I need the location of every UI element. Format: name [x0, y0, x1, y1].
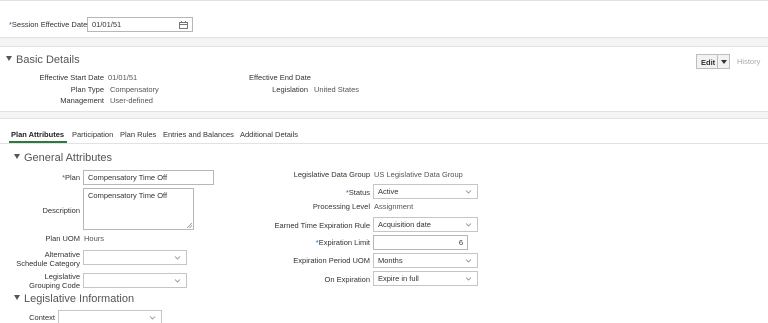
legislative-grouping-label: Legislative Grouping Code	[29, 272, 80, 290]
chevron-down-icon	[465, 259, 472, 263]
chevron-down-icon	[465, 190, 472, 194]
tab-participation[interactable]: Participation	[72, 130, 113, 139]
resize-handle-icon[interactable]	[187, 223, 192, 228]
plan-type-label: Plan Type	[70, 85, 104, 94]
collapse-icon[interactable]	[6, 56, 12, 61]
effective-start-label: Effective Start Date	[39, 73, 104, 82]
tab-additional-details[interactable]: Additional Details	[240, 130, 298, 139]
description-textarea[interactable]: Compensatory Time Off	[83, 188, 194, 230]
tab-divider	[0, 143, 768, 144]
management-value: User-defined	[110, 96, 153, 105]
alternative-schedule-select[interactable]	[83, 250, 187, 265]
context-label: Context	[29, 313, 55, 322]
earned-time-rule-select[interactable]: Acquisition date	[373, 217, 478, 232]
plan-label: *Plan	[62, 173, 80, 182]
chevron-down-icon	[174, 256, 181, 260]
on-expiration-select[interactable]: Expire in full	[373, 271, 478, 286]
effective-start-value: 01/01/51	[108, 73, 138, 82]
collapse-icon[interactable]	[14, 154, 20, 159]
description-label: Description	[42, 206, 80, 215]
earned-time-rule-label: Earned Time Expiration Rule	[274, 221, 370, 230]
plan-input[interactable]: Compensatory Time Off	[83, 170, 214, 185]
alternative-schedule-label: Alternative Schedule Category	[16, 250, 80, 268]
legislative-grouping-select[interactable]	[83, 273, 187, 288]
tab-plan-attributes[interactable]: Plan Attributes	[11, 130, 64, 139]
processing-level-label: Processing Level	[312, 202, 370, 211]
history-button[interactable]: History	[737, 57, 760, 66]
calendar-icon[interactable]	[179, 21, 188, 29]
plan-uom-value: Hours	[84, 234, 105, 243]
legislation-value: United States	[314, 85, 360, 94]
legislative-data-group-value: US Legislative Data Group	[374, 170, 463, 179]
legislative-information-title[interactable]: Legislative Information	[14, 293, 134, 305]
expiration-limit-label: *Expiration Limit	[315, 238, 370, 247]
edit-button[interactable]: Edit	[696, 54, 730, 69]
chevron-down-icon	[149, 316, 156, 320]
basic-details-panel: Basic Details Edit History Effective Sta…	[0, 46, 768, 112]
effective-end-label: Effective End Date	[249, 73, 311, 82]
management-label: Management	[60, 96, 104, 105]
basic-details-title[interactable]: Basic Details	[6, 54, 80, 66]
chevron-down-icon	[174, 279, 181, 283]
expiration-limit-input[interactable]: 6	[373, 235, 468, 250]
chevron-down-icon[interactable]	[718, 55, 727, 68]
chevron-down-icon	[465, 223, 472, 227]
plan-uom-label: Plan UOM	[45, 234, 80, 243]
tab-plan-rules[interactable]: Plan Rules	[120, 130, 156, 139]
expiration-period-uom-select[interactable]: Months	[373, 253, 478, 268]
legislation-label: Legislation	[272, 85, 308, 94]
collapse-icon[interactable]	[14, 295, 20, 300]
session-panel: *Session Effective Date 01/01/51	[0, 0, 768, 38]
plan-type-value: Compensatory	[110, 85, 159, 94]
on-expiration-label: On Expiration	[324, 275, 370, 284]
status-label: *Status	[345, 188, 370, 197]
session-date-label: *Session Effective Date	[9, 20, 88, 29]
processing-level-value: Assignment	[374, 202, 414, 211]
expiration-period-uom-label: Expiration Period UOM	[293, 256, 370, 265]
chevron-down-icon	[465, 277, 472, 281]
tab-entries-and-balances[interactable]: Entries and Balances	[163, 130, 234, 139]
general-attributes-title[interactable]: General Attributes	[14, 152, 112, 164]
session-date-input[interactable]: 01/01/51	[87, 17, 193, 32]
context-select[interactable]	[58, 310, 162, 323]
status-select[interactable]: Active	[373, 184, 478, 199]
legislative-data-group-label: Legislative Data Group	[293, 170, 370, 179]
